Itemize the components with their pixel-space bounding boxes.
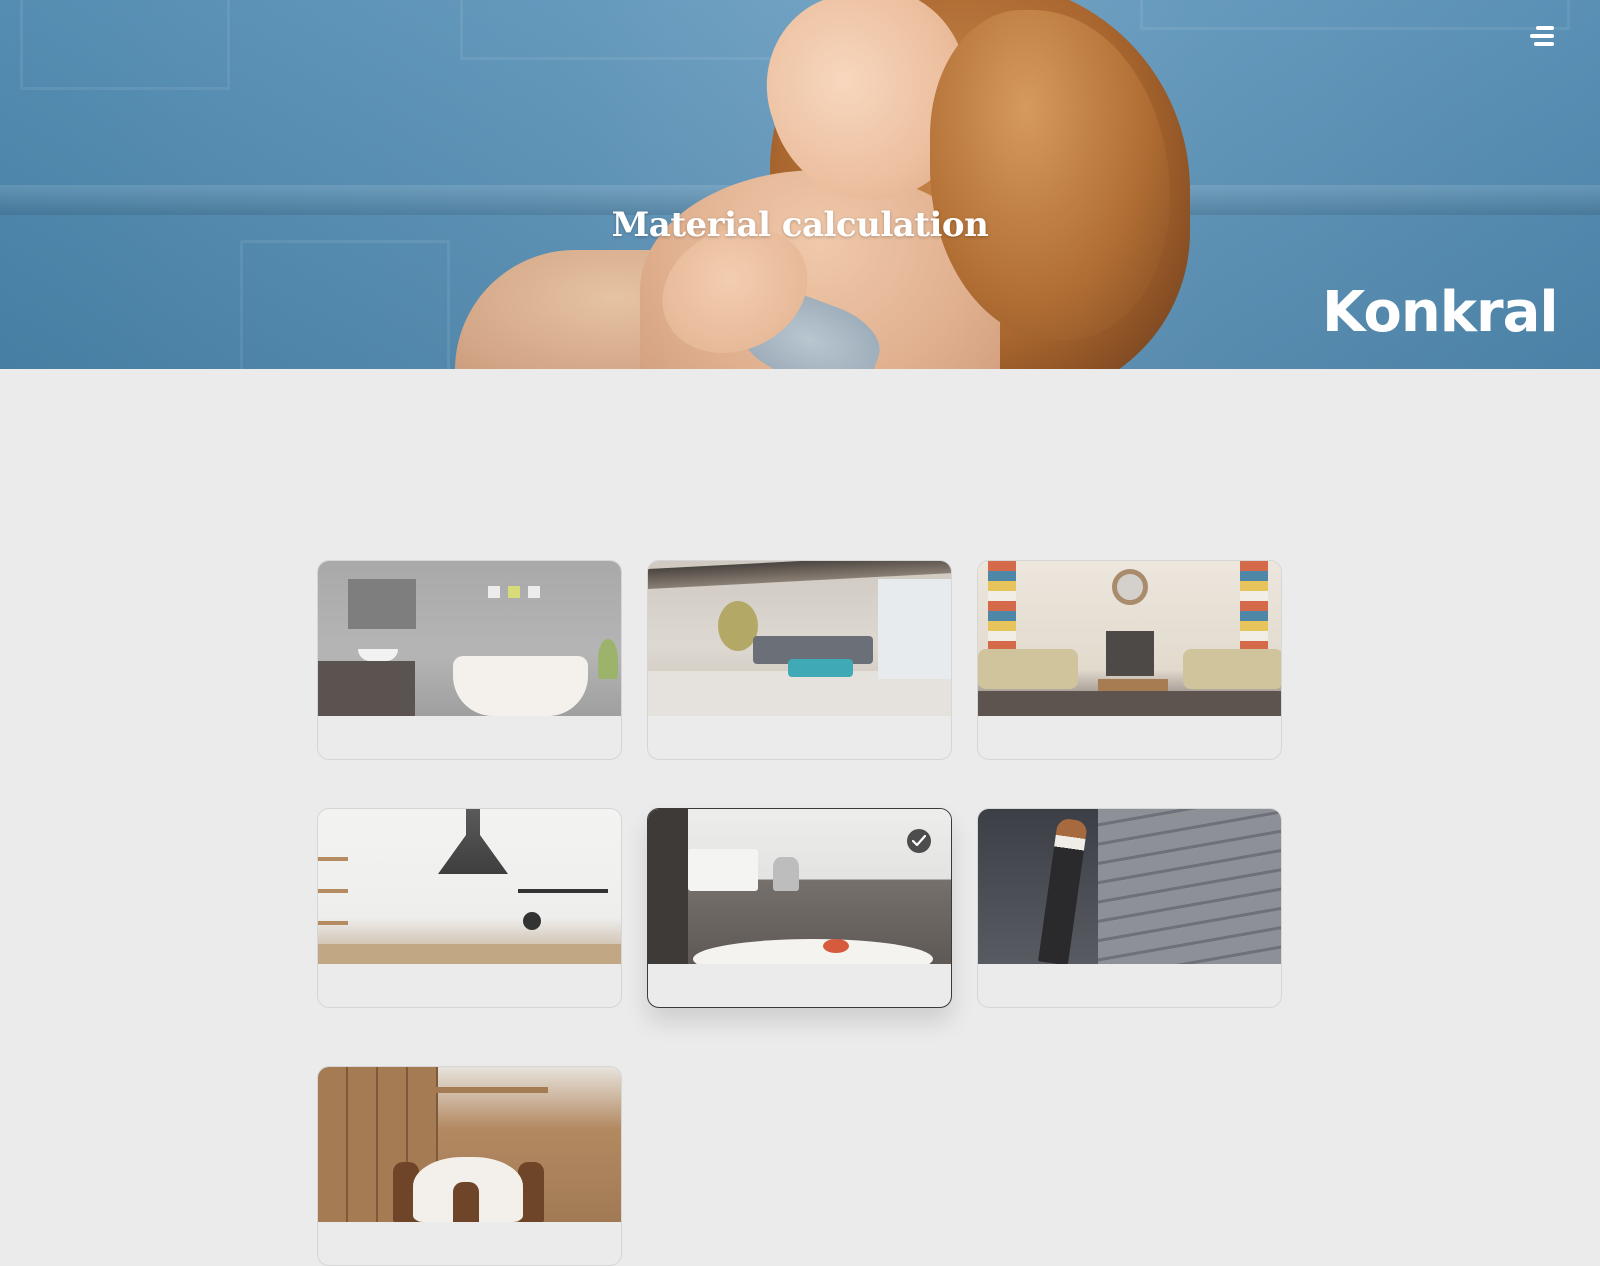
wall-panel [240,240,450,369]
wall-panel [20,0,230,90]
room-photo-kitchen-table [648,809,951,964]
room-card-bathroom[interactable] [317,560,622,760]
room-photo-dining-kitchen [318,1067,621,1222]
room-card-lounge[interactable] [977,560,1282,760]
room-card-living-room[interactable] [647,560,952,760]
brand-logo[interactable]: Konkral [1322,280,1559,345]
room-photo-living-room [648,561,951,716]
page-title: Material calculation [611,205,989,245]
room-photo-stairs [978,809,1281,964]
check-icon [907,829,931,853]
wall-panel [1140,0,1570,30]
room-photo-kitchen [318,809,621,964]
room-photo-bathroom [318,561,621,716]
room-card-stairs[interactable] [977,808,1282,1008]
room-card-dining-kitchen[interactable] [317,1066,622,1266]
hero-banner: Material calculation Konkral [0,0,1600,369]
room-card-kitchen-table[interactable] [647,808,952,1008]
room-card-kitchen[interactable] [317,808,622,1008]
hamburger-icon[interactable] [1530,26,1554,48]
room-photo-lounge [978,561,1281,716]
